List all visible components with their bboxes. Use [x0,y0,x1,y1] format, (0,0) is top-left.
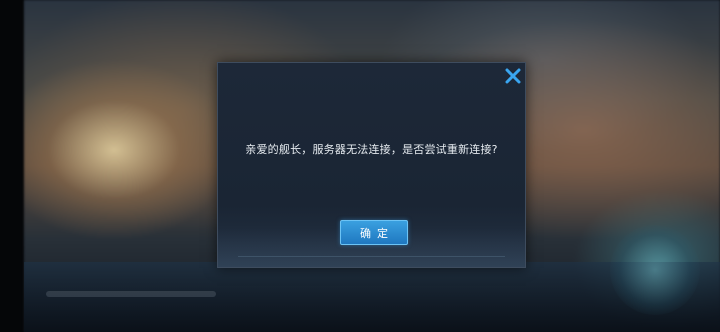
dialog-message: 亲爱的舰长，服务器无法连接，是否尝试重新连接? [245,143,498,156]
close-button[interactable] [502,65,524,87]
left-edge-bar [0,0,24,332]
confirm-button[interactable]: 确定 [340,220,408,245]
dialog-decor-line [238,256,505,257]
game-screen: 亲爱的舰长，服务器无法连接，是否尝试重新连接? 确定 [0,0,720,332]
close-icon [505,68,521,84]
background-faint-text [46,289,226,299]
background-glow-orb [610,225,700,315]
connection-error-dialog: 亲爱的舰长，服务器无法连接，是否尝试重新连接? 确定 [217,62,526,268]
